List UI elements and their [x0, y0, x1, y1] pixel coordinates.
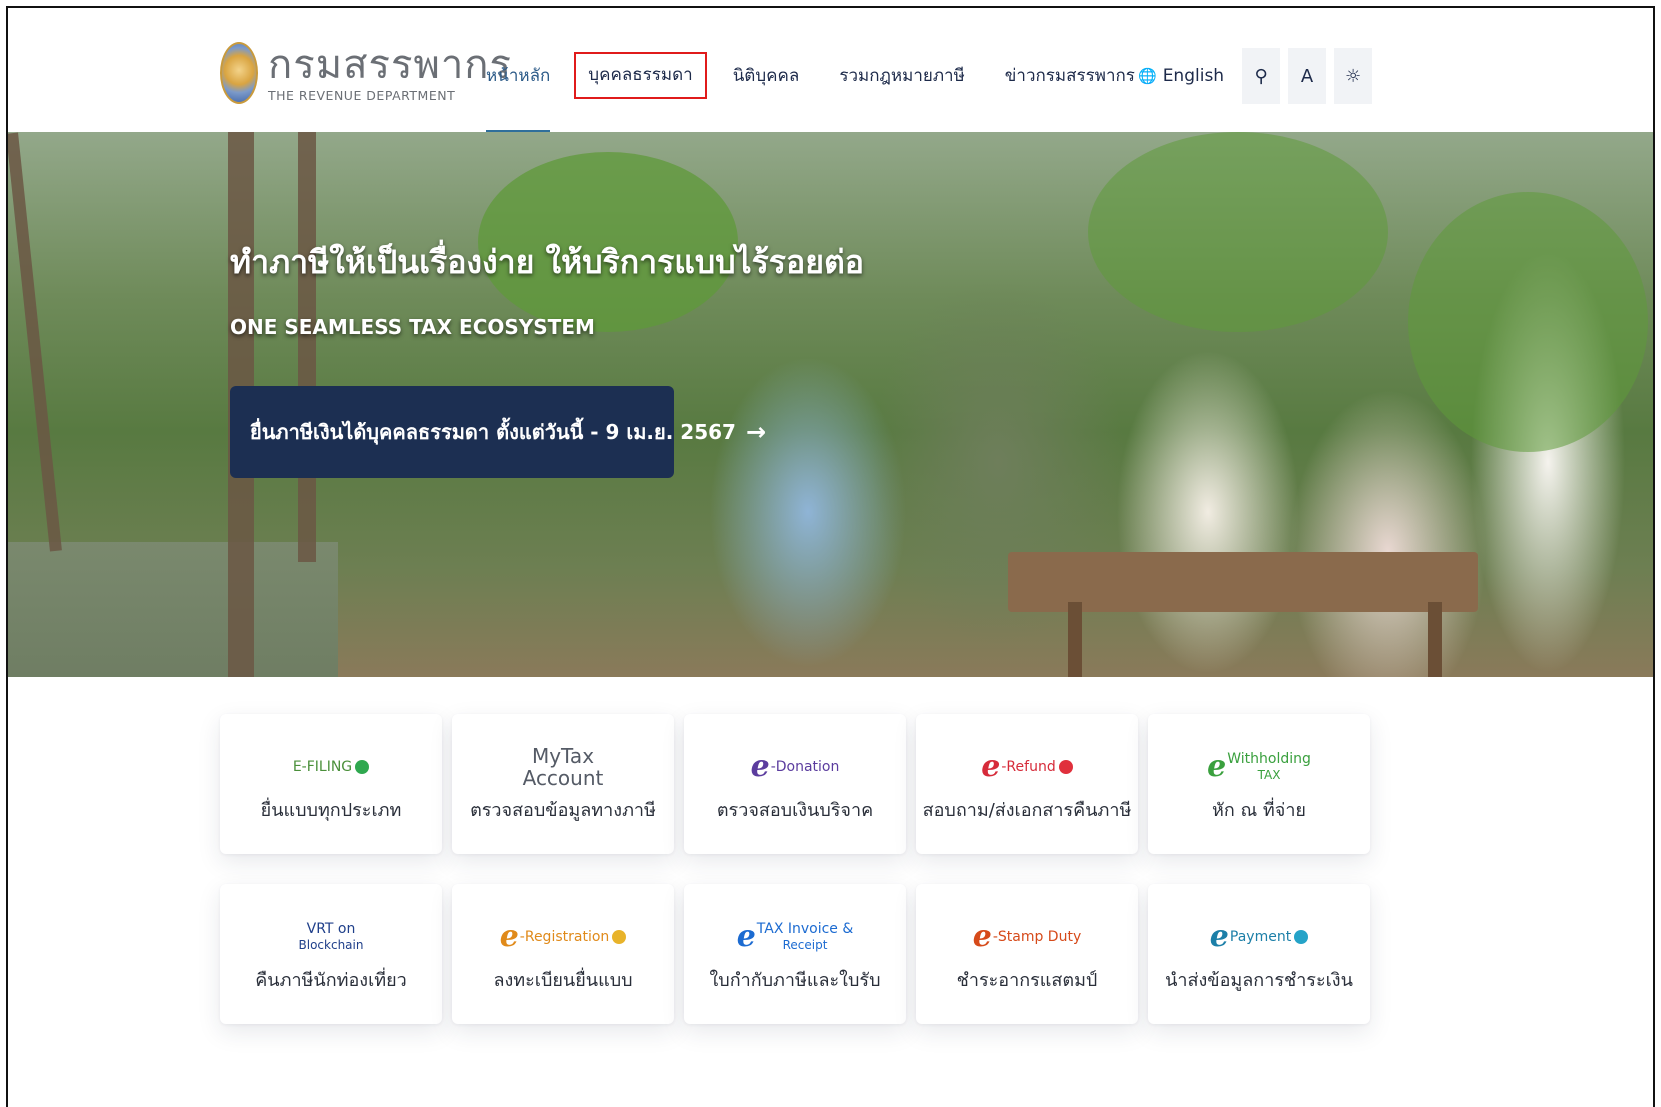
e-logo-mark: e — [750, 748, 770, 784]
nav-home[interactable]: หน้าหลัก — [486, 56, 551, 135]
logo-subtext: Blockchain — [298, 937, 364, 952]
e-payment-logo: e Payment — [1209, 915, 1309, 959]
e-withholding-tax-logo: e Withholding TAX — [1207, 745, 1311, 789]
service-label: ตรวจสอบข้อมูลทางภาษี — [470, 799, 656, 821]
e-logo-mark: e — [499, 918, 519, 954]
hero-title: ทำภาษีให้เป็นเรื่องง่าย ให้บริการแบบไร้ร… — [230, 243, 864, 281]
hero-background-table — [1068, 602, 1082, 677]
logo-text: -Registration — [519, 928, 610, 945]
e-registration-logo: e -Registration — [500, 915, 627, 959]
service-card-vrt-on-blockchain[interactable]: VRT on Blockchain คืนภาษีนักท่องเที่ยว — [220, 884, 442, 1024]
hero-background-foliage — [1088, 132, 1388, 332]
logo-subtext: Receipt — [782, 937, 828, 952]
hero-banner: ทำภาษีให้เป็นเรื่องง่าย ให้บริการแบบไร้ร… — [8, 132, 1653, 677]
theme-toggle-button[interactable]: ☼ — [1334, 48, 1373, 104]
e-logo-mark: e — [1207, 748, 1227, 784]
services-grid: E-FILING ยื่นแบบทุกประเภท MyTax Account ตรวจ… — [220, 714, 1376, 1024]
cta-label: ยื่นภาษีเงินได้บุคคลธรรมดา ตั้งแต่วันนี้… — [250, 420, 736, 444]
e-refund-logo: e -Refund — [981, 745, 1073, 789]
logo-english-text: THE REVENUE DEPARTMENT — [268, 87, 456, 103]
revenue-seal-icon — [220, 42, 258, 104]
mytax-account-logo: MyTax Account — [523, 745, 604, 789]
e-stamp-duty-logo: e -Stamp Duty — [973, 915, 1082, 959]
language-label: English — [1162, 66, 1225, 86]
hero-background-water — [8, 542, 338, 677]
logo-text: VRT on — [306, 920, 356, 937]
nav-news[interactable]: ข่าวกรมสรรพากร — [1005, 56, 1135, 96]
e-donation-logo: e -Donation — [751, 745, 840, 789]
search-button[interactable]: ⚲ — [1242, 48, 1281, 104]
logo-subtext: TAX — [1257, 767, 1281, 782]
nav-individuals[interactable]: บุคคลธรรมดา — [574, 52, 707, 99]
font-size-label: A — [1300, 65, 1314, 87]
file-tax-cta-button[interactable]: ยื่นภาษีเงินได้บุคคลธรรมดา ตั้งแต่วันนี้… — [230, 386, 766, 478]
logo-text: Withholding — [1227, 750, 1311, 767]
service-card-e-donation[interactable]: e -Donation ตรวจสอบเงินบริจาค — [684, 714, 906, 854]
service-label: ใบกำกับภาษีและใบรับ — [709, 969, 881, 991]
nav-tax-laws[interactable]: รวมกฎหมายภาษี — [839, 56, 964, 96]
logo-text: TAX Invoice & — [756, 920, 854, 937]
hero-background-table — [1428, 602, 1442, 677]
language-switcher[interactable]: 🌐 English — [1138, 66, 1224, 86]
main-nav: หน้าหลัก บุคคลธรรมดา นิติบุคคล รวมกฎหมาย… — [486, 52, 1175, 135]
logo-text: MyTax — [531, 743, 595, 768]
service-card-e-registration[interactable]: e -Registration ลงทะเบียนยื่นแบบ — [452, 884, 674, 1024]
service-card-e-payment[interactable]: e Payment นำส่งข้อมูลการชำระเงิน — [1148, 884, 1370, 1024]
service-card-e-stamp-duty[interactable]: e -Stamp Duty ชำระอากรแสตมป์ — [916, 884, 1138, 1024]
e-logo-mark: e — [1209, 918, 1229, 954]
hero-subtitle: ONE SEAMLESS TAX ECOSYSTEM — [230, 315, 595, 339]
service-card-e-refund[interactable]: e -Refund สอบถาม/ส่งเอกสารคืนภาษี — [916, 714, 1138, 854]
badge-dot-icon — [1294, 929, 1309, 944]
nav-corporations[interactable]: นิติบุคคล — [733, 56, 800, 96]
logo-text: Payment — [1229, 928, 1292, 945]
badge-dot-icon — [612, 929, 627, 944]
globe-icon: 🌐 — [1138, 67, 1157, 85]
service-label: หัก ณ ที่จ่าย — [1212, 799, 1306, 821]
arrow-right-icon: → — [745, 418, 767, 446]
logo-text: E-FILING — [292, 758, 353, 775]
vrt-on-blockchain-logo: VRT on Blockchain — [299, 915, 364, 959]
sun-icon: ☼ — [1345, 65, 1362, 87]
badge-dot-icon — [1058, 759, 1073, 774]
service-label: ตรวจสอบเงินบริจาค — [716, 799, 874, 821]
logo-text: -Donation — [770, 758, 840, 775]
service-card-efiling[interactable]: E-FILING ยื่นแบบทุกประเภท — [220, 714, 442, 854]
service-label: ชำระอากรแสตมป์ — [956, 969, 1098, 991]
font-size-button[interactable]: A — [1288, 48, 1327, 104]
hero-background-foliage — [1408, 192, 1648, 452]
logo-thai-text: กรมสรรพากร — [268, 41, 512, 88]
search-icon: ⚲ — [1254, 65, 1268, 87]
e-logo-mark: e — [981, 748, 1001, 784]
browser-page: กรมสรรพากร THE REVENUE DEPARTMENT หน้าหล… — [6, 6, 1655, 1107]
service-label: ลงทะเบียนยื่นแบบ — [493, 969, 633, 991]
service-card-e-withholding-tax[interactable]: e Withholding TAX หัก ณ ที่จ่าย — [1148, 714, 1370, 854]
service-label: คืนภาษีนักท่องเที่ยว — [255, 969, 407, 991]
efiling-logo: E-FILING — [292, 745, 370, 789]
logo-subtext: Account — [522, 765, 604, 790]
hero-background-tree — [8, 132, 62, 552]
logo-text: -Refund — [1001, 758, 1056, 775]
service-label: ยื่นแบบทุกประเภท — [260, 799, 402, 821]
e-logo-mark: e — [972, 918, 992, 954]
service-label: นำส่งข้อมูลการชำระเงิน — [1165, 969, 1353, 991]
e-logo-mark: e — [736, 918, 756, 954]
service-label: สอบถาม/ส่งเอกสารคืนภาษี — [922, 799, 1132, 821]
badge-dot-icon — [355, 759, 370, 774]
logo-text: -Stamp Duty — [992, 928, 1082, 945]
header-tools: 🌐 English ⚲ A ☼ — [1138, 48, 1373, 104]
service-card-mytax-account[interactable]: MyTax Account ตรวจสอบข้อมูลทางภาษี — [452, 714, 674, 854]
hero-background-tree — [298, 132, 316, 562]
e-tax-invoice-logo: e TAX Invoice & Receipt — [737, 915, 854, 959]
site-header: กรมสรรพากร THE REVENUE DEPARTMENT หน้าหล… — [8, 8, 1653, 135]
site-logo[interactable]: กรมสรรพากร THE REVENUE DEPARTMENT — [220, 38, 512, 108]
service-card-e-tax-invoice[interactable]: e TAX Invoice & Receipt ใบกำกับภาษีและใบรับ — [684, 884, 906, 1024]
